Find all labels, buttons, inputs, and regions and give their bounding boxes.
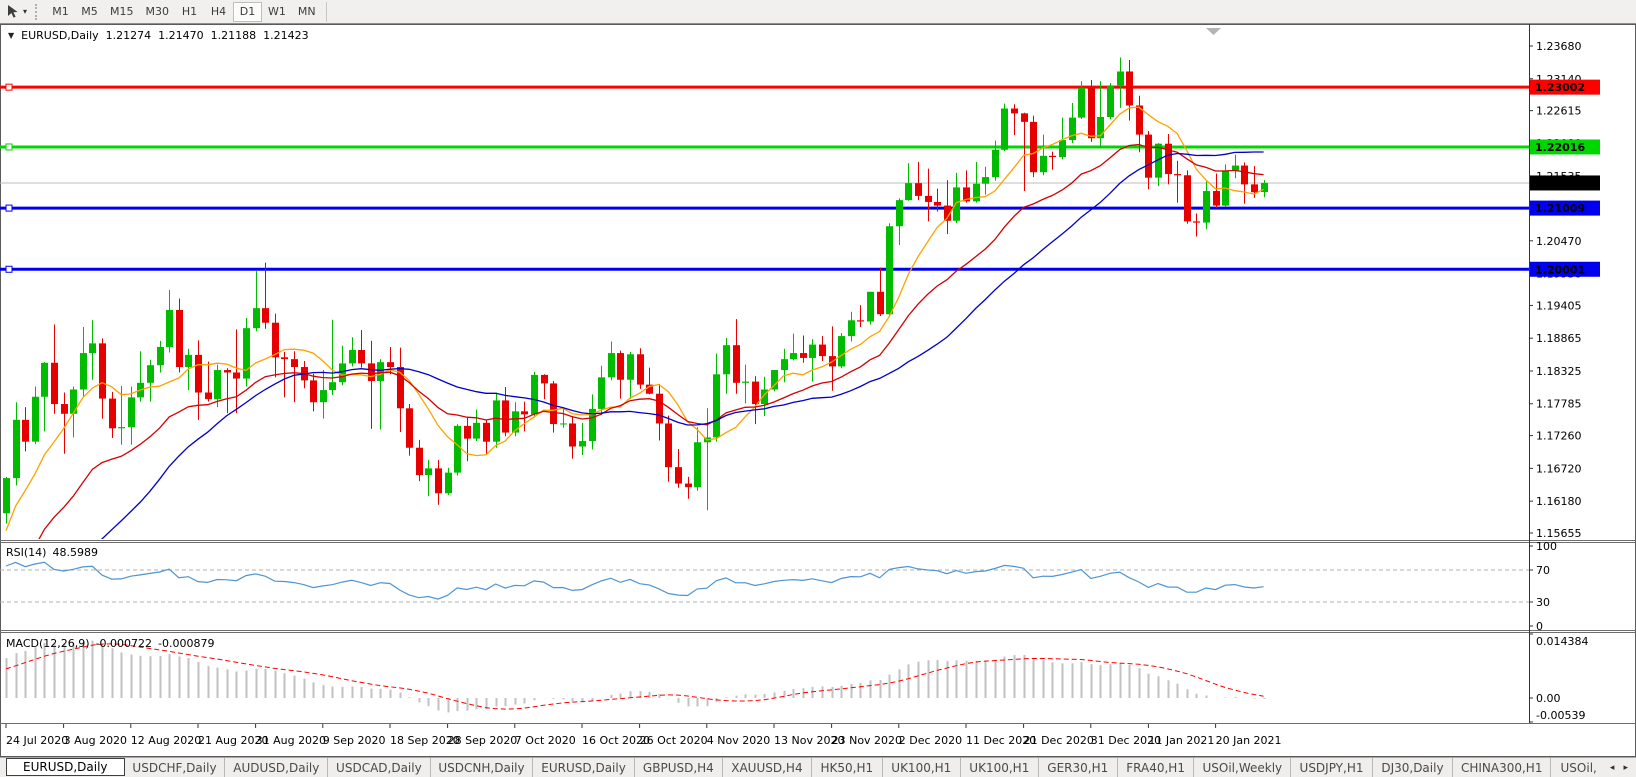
hline-anchor[interactable] <box>6 205 12 211</box>
ohlc-high: 1.21470 <box>158 29 204 42</box>
svg-text:9 Sep 2020: 9 Sep 2020 <box>323 734 386 747</box>
svg-text:2 Dec 2020: 2 Dec 2020 <box>899 734 962 747</box>
svg-text:1.16180: 1.16180 <box>1536 495 1582 508</box>
macd-signal-line <box>6 644 1264 709</box>
macd-signal-value: -0.000879 <box>158 637 214 650</box>
ma-slow-line <box>6 152 1264 650</box>
svg-text:100: 100 <box>1536 540 1557 553</box>
chart-tab-usdchf-daily[interactable]: USDCHF,Daily <box>125 758 225 777</box>
rsi-value: 48.5989 <box>52 546 98 559</box>
ma-mid-line <box>6 145 1264 592</box>
chart-tab-usdcnh-daily[interactable]: USDCNH,Daily <box>430 758 533 777</box>
chart-tab-china300-h1[interactable]: CHINA300,H1 <box>1452 758 1550 777</box>
rsi-line <box>6 562 1264 599</box>
svg-text:-0.00539: -0.00539 <box>1536 709 1585 722</box>
tab-scroll-buttons: ◂▸ <box>1606 758 1636 777</box>
chart-tab-fra40-h1[interactable]: FRA40,H1 <box>1117 758 1194 777</box>
rsi-panel: 100 70 30 0 <box>0 540 1557 633</box>
date-axis: 24 Jul 20203 Aug 202012 Aug 202021 Aug 2… <box>6 724 1282 747</box>
tab-scroll-right-icon[interactable]: ▸ <box>1623 763 1628 773</box>
rsi-name: RSI(14) <box>6 546 46 559</box>
svg-text:20 Jan 2021: 20 Jan 2021 <box>1216 734 1282 747</box>
svg-text:11 Jan 2021: 11 Jan 2021 <box>1148 734 1214 747</box>
svg-text:1.17260: 1.17260 <box>1536 430 1582 443</box>
tab-scroll-left-icon[interactable]: ◂ <box>1610 763 1615 773</box>
bid-price-label: 1.21423 <box>1530 175 1600 190</box>
chart-tab-ger30-h1[interactable]: GER30,H1 <box>1038 758 1117 777</box>
svg-text:1.16720: 1.16720 <box>1536 462 1582 475</box>
svg-text:0.00: 0.00 <box>1536 692 1561 705</box>
svg-text:1.18865: 1.18865 <box>1536 332 1582 345</box>
chart-tab-usoil-[interactable]: USOil, <box>1550 758 1606 777</box>
svg-text:1.20001: 1.20001 <box>1535 263 1585 276</box>
macd-histogram <box>7 641 1265 713</box>
svg-text:1.21009: 1.21009 <box>1535 202 1585 215</box>
chart-tab-uk100-h1[interactable]: UK100,H1 <box>882 758 960 777</box>
chart-tab-usdjpy-h1[interactable]: USDJPY,H1 <box>1290 758 1372 777</box>
chart-tab-audusd-daily[interactable]: AUDUSD,Daily <box>224 758 327 777</box>
rsi-indicator-label: RSI(14) 48.5989 <box>6 546 98 559</box>
macd-main-value: -0.000722 <box>96 637 152 650</box>
svg-text:1.15655: 1.15655 <box>1536 527 1582 540</box>
ma-fast-line <box>6 107 1264 530</box>
chart-tab-xauusd-h4[interactable]: XAUUSD,H4 <box>722 758 811 777</box>
hline-anchor[interactable] <box>6 144 12 150</box>
macd-panel: 0.014384 0.00 -0.00539 <box>6 634 1589 722</box>
svg-text:23 Nov 2020: 23 Nov 2020 <box>832 734 902 747</box>
svg-text:30: 30 <box>1536 596 1550 609</box>
svg-text:0: 0 <box>1536 620 1543 633</box>
svg-text:1.23002: 1.23002 <box>1535 81 1585 94</box>
svg-text:4 Nov 2020: 4 Nov 2020 <box>707 734 770 747</box>
macd-name: MACD(12,26,9) <box>6 637 90 650</box>
svg-text:12 Aug 2020: 12 Aug 2020 <box>131 734 201 747</box>
svg-text:31 Aug 2020: 31 Aug 2020 <box>256 734 326 747</box>
chart-symbol-period: EURUSD,Daily <box>21 29 98 42</box>
hline-price-label: 1.20001 <box>1530 262 1600 277</box>
svg-text:1.17785: 1.17785 <box>1536 398 1582 411</box>
chart-tab-uk100-h1[interactable]: UK100,H1 <box>960 758 1038 777</box>
hline-anchor[interactable] <box>6 266 12 272</box>
svg-text:1.21423: 1.21423 <box>1535 177 1585 190</box>
svg-text:1.20470: 1.20470 <box>1536 235 1582 248</box>
svg-text:7 Oct 2020: 7 Oct 2020 <box>515 734 576 747</box>
candlesticks-layer[interactable] <box>3 58 1268 524</box>
horizontal-line-objects[interactable] <box>0 84 1529 272</box>
chart-tab-usoil-weekly[interactable]: USOil,Weekly <box>1193 758 1290 777</box>
svg-text:26 Oct 2020: 26 Oct 2020 <box>640 734 708 747</box>
svg-text:1.22615: 1.22615 <box>1536 105 1582 118</box>
svg-text:21 Dec 2020: 21 Dec 2020 <box>1024 734 1094 747</box>
price-axis: 1.236801.231401.226151.220801.215351.204… <box>1529 40 1582 540</box>
chart-title: ▼ EURUSD,Daily 1.21274 1.21470 1.21188 1… <box>8 29 309 42</box>
chart-title-caret-icon: ▼ <box>8 31 14 40</box>
hline-anchor[interactable] <box>6 84 12 90</box>
chart-tab-eurusd-daily[interactable]: EURUSD,Daily <box>532 758 633 777</box>
hline-price-label: 1.23002 <box>1530 80 1600 95</box>
svg-text:1.22016: 1.22016 <box>1535 141 1585 154</box>
chart-canvas[interactable]: 1.236801.231401.226151.220801.215351.204… <box>0 0 1636 777</box>
hline-price-label: 1.21009 <box>1530 201 1600 216</box>
chart-tab-eurusd-daily[interactable]: EURUSD,Daily <box>6 758 125 776</box>
ohlc-open: 1.21274 <box>106 29 152 42</box>
ohlc-low: 1.21188 <box>211 29 257 42</box>
chart-shift-marker-icon[interactable] <box>1206 28 1221 35</box>
macd-indicator-label: MACD(12,26,9) -0.000722 -0.000879 <box>6 637 214 650</box>
chart-tab-hk50-h1[interactable]: HK50,H1 <box>811 758 882 777</box>
svg-text:1.23680: 1.23680 <box>1536 40 1582 53</box>
svg-text:28 Sep 2020: 28 Sep 2020 <box>448 734 518 747</box>
svg-text:0.014384: 0.014384 <box>1536 635 1589 648</box>
svg-text:1.19405: 1.19405 <box>1536 299 1582 312</box>
chart-tab-gbpusd-h4[interactable]: GBPUSD,H4 <box>634 758 722 777</box>
hline-price-label: 1.22016 <box>1530 139 1600 154</box>
chart-tab-usdcad-daily[interactable]: USDCAD,Daily <box>327 758 429 777</box>
svg-text:24 Jul 2020: 24 Jul 2020 <box>6 734 68 747</box>
trading-terminal-window: ▾ M1M5M15M30H1H4D1W1MN 1.236801.231401.2… <box>0 0 1636 777</box>
chart-tab-bar: EURUSD,DailyUSDCHF,DailyAUDUSD,DailyUSDC… <box>0 757 1636 777</box>
svg-text:1.18325: 1.18325 <box>1536 365 1582 378</box>
svg-text:3 Aug 2020: 3 Aug 2020 <box>64 734 127 747</box>
svg-text:70: 70 <box>1536 564 1550 577</box>
chart-tab-dj30-daily[interactable]: DJ30,Daily <box>1372 758 1452 777</box>
ohlc-close: 1.21423 <box>263 29 309 42</box>
